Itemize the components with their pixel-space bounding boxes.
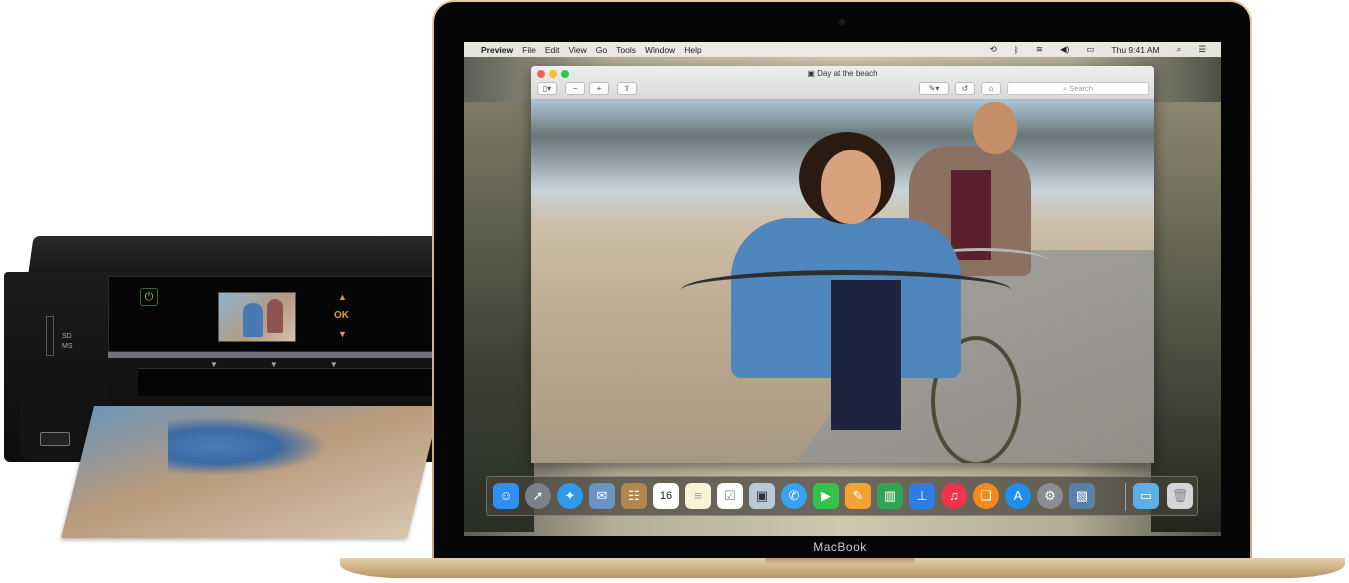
menu-bar: Preview File Edit View Go Tools Window H… [464, 42, 1221, 57]
menu-tools[interactable]: Tools [616, 45, 636, 55]
sd-label: SD [62, 333, 72, 340]
beach-photo [531, 100, 1154, 463]
card-slot-labels: SD MS [62, 332, 73, 352]
lcd-photo-thumbnail-2 [267, 299, 283, 333]
mail-icon[interactable]: ✉ [589, 483, 615, 509]
lid-notch [765, 558, 915, 564]
volume-icon[interactable]: ◀) [1060, 44, 1069, 55]
status-menus: ⟲ ᛒ ≋ ◀) ▭ Thu 9:41 AM ⌕ ☰ [982, 42, 1215, 57]
time-machine-icon[interactable]: ⟲ [990, 44, 997, 55]
trash-icon[interactable]: 🗑 [1167, 483, 1193, 509]
itunes-icon[interactable]: ♫ [941, 483, 967, 509]
menu-view[interactable]: View [569, 45, 587, 55]
system-preferences-icon[interactable]: ⚙ [1037, 483, 1063, 509]
calendar-icon[interactable]: 16 [653, 483, 679, 509]
nav-down-icon[interactable]: ▼ [338, 329, 347, 339]
woman-face [821, 150, 881, 224]
menu-edit[interactable]: Edit [545, 45, 560, 55]
notification-center-icon[interactable]: ☰ [1198, 44, 1206, 55]
camera-icon [839, 19, 845, 25]
menu-help[interactable]: Help [684, 45, 701, 55]
ms-label: MS [62, 343, 73, 350]
finder-icon[interactable]: ☺ [493, 483, 519, 509]
document-icon: ▣ [807, 69, 818, 78]
menu-clock[interactable]: Thu 9:41 AM [1111, 45, 1159, 55]
ok-button[interactable]: OK [334, 310, 349, 321]
memory-card-slot [46, 316, 54, 356]
window-titlebar[interactable]: ▣ Day at the beach ▯▾ − + ⇪ ✎▾ ↺ ⌂ ⌕ Sea… [531, 66, 1154, 100]
search-placeholder: Search [1069, 84, 1094, 93]
notes-icon[interactable]: ≡ [685, 483, 711, 509]
spotlight-icon[interactable]: ⌕ [1177, 44, 1182, 55]
share-button[interactable]: ⇪ [617, 82, 637, 95]
ibooks-icon[interactable]: ❏ [973, 483, 999, 509]
rotate-button[interactable]: ↺ [955, 82, 975, 95]
battery-icon[interactable]: ▭ [1086, 44, 1094, 55]
lcd-photo-thumbnail [243, 303, 263, 337]
messages-icon[interactable]: ✆ [781, 483, 807, 509]
usb-port-icon [40, 432, 70, 446]
window-title-text: Day at the beach [817, 69, 878, 78]
panel-trim [108, 352, 436, 358]
window-title: ▣ Day at the beach [531, 69, 1154, 78]
safari-icon[interactable]: ✦ [557, 483, 583, 509]
pages-icon[interactable]: ✎ [845, 483, 871, 509]
power-button[interactable]: ⏻ [140, 288, 158, 306]
photos-icon[interactable]: ▧ [1069, 483, 1095, 509]
contacts-icon[interactable]: ☷ [621, 483, 647, 509]
woman-handlebar [681, 270, 1011, 310]
menu-file[interactable]: File [522, 45, 536, 55]
bluetooth-icon[interactable]: ᛒ [1014, 45, 1019, 55]
printed-photo-subject [168, 416, 328, 476]
zoom-out-button[interactable]: − [565, 82, 585, 95]
wallpaper-forest-left [464, 102, 534, 532]
macbook-label: MacBook [813, 540, 867, 554]
markup-toolbox-button[interactable]: ⌂ [981, 82, 1001, 95]
facetime-icon[interactable]: ▶ [813, 483, 839, 509]
sidebar-toggle-button[interactable]: ▯▾ [537, 82, 557, 95]
menu-window[interactable]: Window [645, 45, 675, 55]
preview-icon[interactable]: ▣ [749, 483, 775, 509]
downloads-folder-icon[interactable]: ▭ [1133, 483, 1159, 509]
photo-printer: ⏻ ▲ OK ▼ SD MS ▼▼▼ [0, 236, 444, 546]
markup-pen-button[interactable]: ✎▾ [919, 82, 949, 95]
wallpaper-forest-right [1151, 102, 1221, 532]
man-face [973, 102, 1017, 154]
output-slot [138, 368, 436, 396]
man-shirt [951, 170, 991, 260]
numbers-icon[interactable]: ▥ [877, 483, 903, 509]
desktop-screen: Preview File Edit View Go Tools Window H… [464, 42, 1221, 536]
menu-go[interactable]: Go [596, 45, 607, 55]
preview-window: ▣ Day at the beach ▯▾ − + ⇪ ✎▾ ↺ ⌂ ⌕ Sea… [531, 66, 1154, 463]
dock-separator [1125, 483, 1126, 511]
nav-up-icon[interactable]: ▲ [338, 292, 347, 302]
keynote-icon[interactable]: ⊥ [909, 483, 935, 509]
search-input[interactable]: ⌕ Search [1007, 82, 1149, 95]
app-store-icon[interactable]: A [1005, 483, 1031, 509]
printer-lid [28, 236, 444, 276]
reminders-icon[interactable]: ☑ [717, 483, 743, 509]
calendar-day: 16 [659, 490, 673, 502]
wifi-icon[interactable]: ≋ [1036, 44, 1043, 55]
launchpad-icon[interactable]: ➚ [525, 483, 551, 509]
dock: ☺ ➚ ✦ ✉ ☷ 16 ≡ ☑ ▣ ✆ ▶ ✎ ▥ ⊥ ♫ ❏ A ⚙ ▧ ▭… [486, 476, 1198, 516]
menu-app-name[interactable]: Preview [481, 45, 513, 55]
zoom-in-button[interactable]: + [589, 82, 609, 95]
printer-lcd-preview [218, 292, 296, 342]
